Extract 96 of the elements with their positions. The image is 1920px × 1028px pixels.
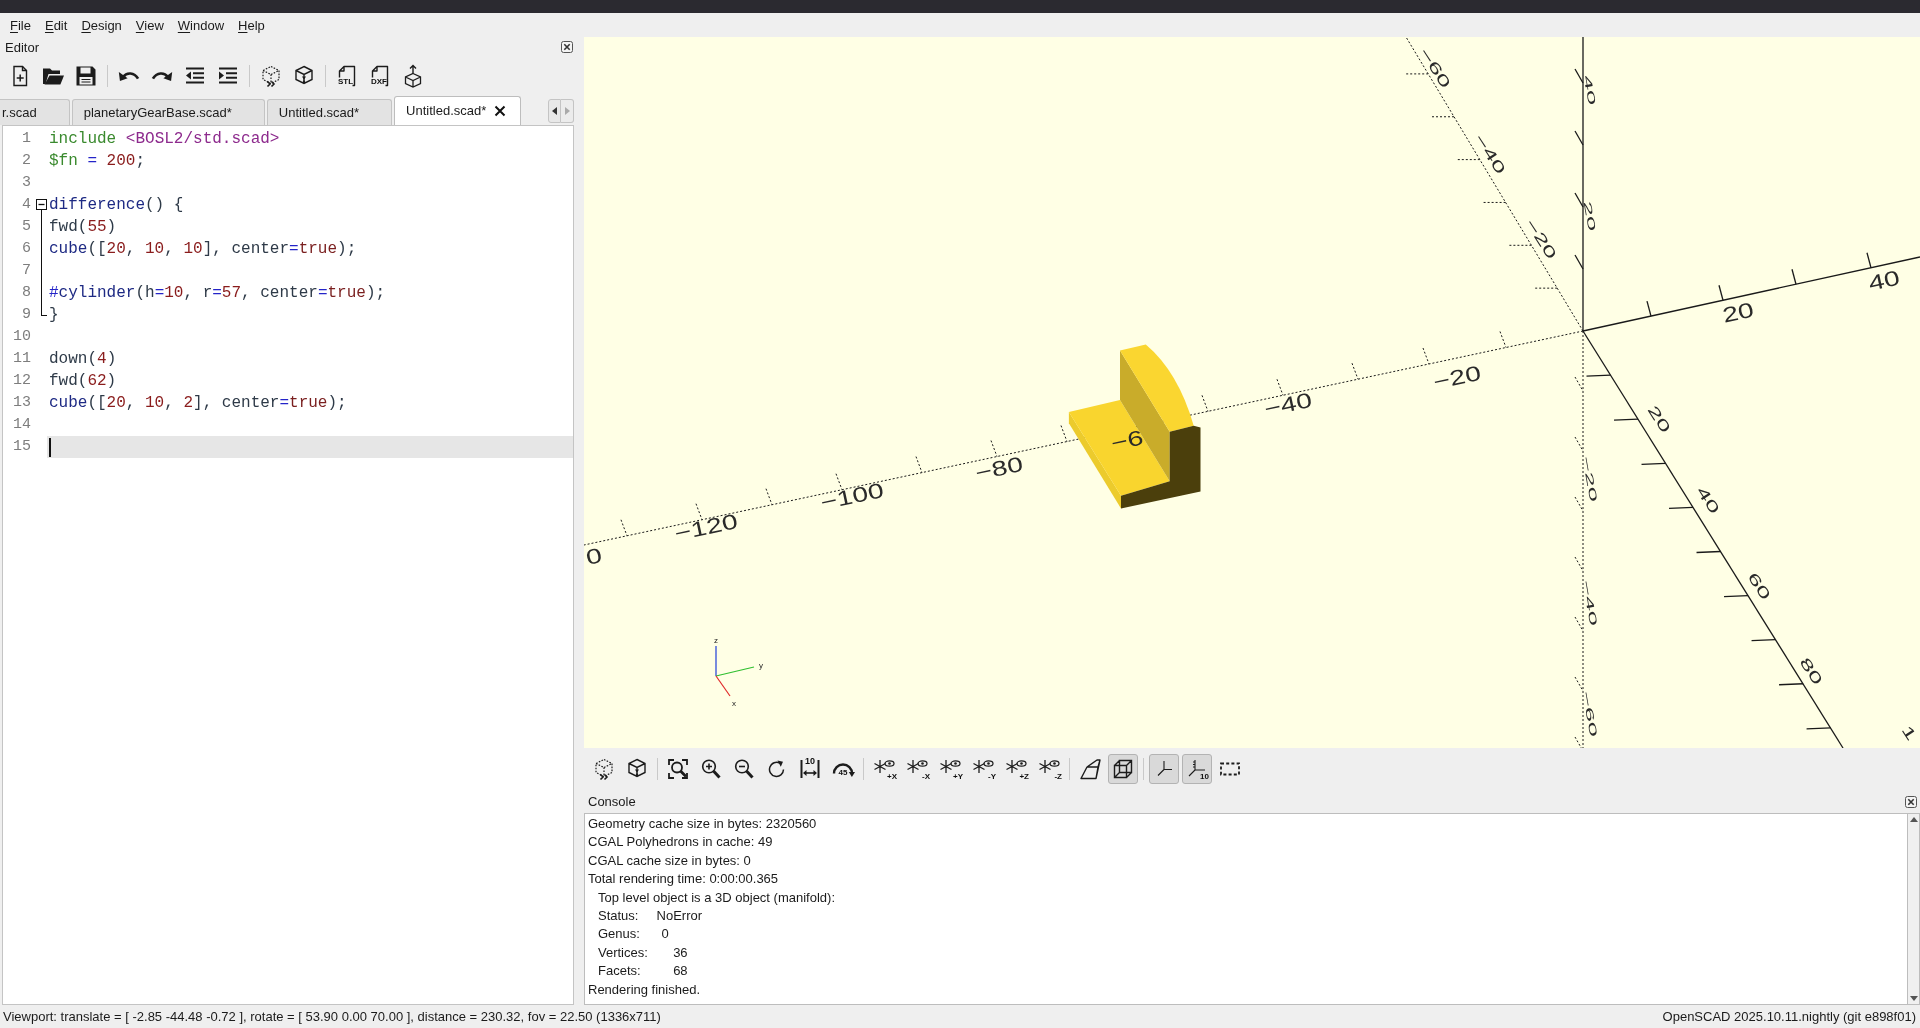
axis-label: 0 [584, 542, 605, 570]
line-number: 14 [12, 415, 32, 435]
console-line: CGAL Polyhedrons in cache: 49 [588, 833, 773, 852]
axis-label: 80 [1796, 654, 1826, 688]
line-number: 12 [12, 371, 32, 391]
axis-label: 40 [1866, 265, 1902, 295]
axis-label: 40 [1693, 483, 1723, 517]
line-number: 3 [21, 173, 32, 193]
view-direction-button[interactable]: +Z [1001, 754, 1031, 784]
line-number: 13 [12, 393, 32, 413]
redo-arrow-icon [151, 70, 173, 82]
view-direction-button[interactable]: -Z [1034, 754, 1064, 784]
triangle-left-icon [552, 107, 557, 115]
console-line: CGAL cache size in bytes: 0 [588, 851, 751, 870]
menu-item[interactable]: Edit [37, 14, 75, 36]
line-number: 7 [21, 261, 32, 281]
axis-label: 20 [1644, 402, 1674, 436]
axis-label: −20 [1580, 455, 1600, 503]
menu-item[interactable]: File [3, 14, 38, 36]
axis-letter: x [732, 698, 736, 708]
zoom-out-icon [732, 757, 756, 781]
console-line: Top level object is a 3D object (manifold): [597, 888, 835, 907]
console-line: Vertices: 36 [597, 943, 688, 962]
line-number: 15 [12, 437, 32, 457]
axis-label: −40 [1580, 579, 1600, 627]
measure-angle-button[interactable]: 45 [828, 754, 858, 784]
axis-label: −120 [672, 508, 740, 546]
line-number: 4 [21, 195, 32, 215]
dashed-cube-icon [259, 64, 283, 88]
axis-label: −100 [818, 477, 886, 515]
axis-letter: y [759, 660, 763, 670]
axis-label: −6 [1108, 425, 1146, 455]
export-button[interactable]: DXF [365, 61, 395, 91]
status-text: Viewport: translate = [ -2.85 -44.48 -0.72 ], rotate = [ 53.90 0.00 70.00 ], distance = 230.32, fov = 22.50 (1336x711) [3, 1007, 661, 1026]
line-number: 11 [12, 349, 32, 369]
zoom-in-icon [699, 757, 723, 781]
text-cursor [49, 437, 51, 457]
export-button[interactable]: STL [332, 61, 362, 91]
show-axes-button[interactable] [1149, 754, 1179, 784]
scrollbar[interactable] [1908, 813, 1920, 1005]
axis-label: 60 [1744, 569, 1774, 603]
panel-title: Editor [5, 40, 39, 54]
axis-label: −80 [973, 451, 1025, 485]
triangle-right-icon [564, 107, 570, 115]
axis-label: 20 [1581, 200, 1599, 232]
axis-label: 20 [1720, 297, 1756, 327]
line-number: 1 [21, 129, 32, 149]
view-direction-button[interactable]: +X [869, 754, 899, 784]
axis-indicator-icon [715, 645, 755, 697]
view-direction-button[interactable]: +Y [935, 754, 965, 784]
close-icon[interactable] [1905, 795, 1917, 808]
menu-item[interactable]: Help [231, 14, 272, 36]
menu-item[interactable]: Window [170, 14, 232, 36]
axis-label: −60 [1580, 690, 1600, 738]
scroll-left-button[interactable] [548, 99, 561, 123]
line-number: 9 [21, 305, 32, 325]
line-number: 5 [21, 217, 32, 237]
console-line: Geometry cache size in bytes: 2320560 [588, 815, 817, 833]
axis-label: 40 [1581, 74, 1599, 106]
undo-arrow-icon [118, 70, 140, 82]
console-line: Total rendering time: 0:00:00.365 [588, 870, 779, 889]
distance-arrow-icon [798, 757, 822, 781]
console-line: Facets: 68 [597, 962, 688, 981]
file-tab[interactable]: Untitled.scad* [394, 96, 522, 125]
scroll-down-icon[interactable] [1909, 996, 1918, 1001]
panel-title: Console [588, 795, 636, 808]
console-line: Genus: 0 [597, 925, 669, 944]
line-number: 2 [21, 151, 32, 171]
close-icon[interactable] [494, 105, 507, 117]
scale-markers-button[interactable]: 10 [1182, 754, 1212, 784]
wireframe-cube-icon [1111, 757, 1135, 781]
measure-distance-button[interactable]: 10 [795, 754, 825, 784]
scroll-up-icon[interactable] [1909, 817, 1918, 822]
axis-label: −40 [1262, 387, 1314, 421]
console-line: Rendering finished. [588, 980, 701, 999]
status-text: OpenSCAD 2025.10.11.nightly (git e898f01) [1662, 1007, 1916, 1026]
dashed-cube-icon [592, 757, 616, 781]
close-icon[interactable] [561, 41, 573, 53]
file-tab[interactable]: r.scad [0, 99, 70, 125]
file-tab[interactable]: Untitled.scad* [266, 99, 393, 125]
line-number: 10 [12, 327, 32, 347]
menu-item[interactable]: Design [74, 14, 129, 36]
axis-letter: z [714, 635, 718, 645]
menu-item[interactable]: View [128, 14, 171, 36]
console-line: Status: NoError [597, 907, 703, 926]
axis-label: −20 [1431, 360, 1483, 394]
axis-label: 1 [1898, 722, 1920, 744]
collapse-icon[interactable] [36, 199, 47, 210]
view-direction-button[interactable]: -X [902, 754, 932, 784]
magnifier-corners-icon [666, 757, 690, 781]
orthogonal-button[interactable] [1108, 754, 1138, 784]
line-number: 8 [21, 283, 32, 303]
view-direction-button[interactable]: -Y [968, 754, 998, 784]
perspective-box-icon [1078, 757, 1102, 781]
file-tab[interactable]: planetaryGearBase.scad* [71, 99, 265, 125]
line-number: 6 [21, 239, 32, 259]
